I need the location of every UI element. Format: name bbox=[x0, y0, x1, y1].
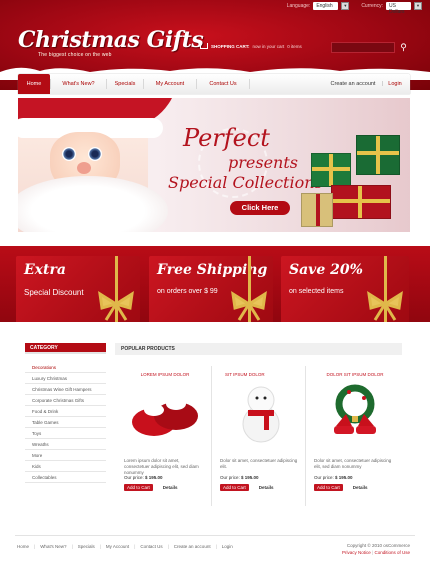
nav-login-label[interactable]: Login bbox=[388, 81, 401, 87]
footer-link-my-account[interactable]: My Account bbox=[106, 544, 129, 549]
footer-link-specials[interactable]: Specials bbox=[78, 544, 95, 549]
details-link[interactable]: Details bbox=[353, 485, 368, 490]
category-item[interactable]: More bbox=[25, 450, 106, 461]
category-heading: CATEGORY bbox=[25, 343, 106, 354]
santa-image bbox=[18, 98, 178, 232]
gift-boxes-image bbox=[301, 123, 410, 232]
product-description: Lorem ipsum dolor sit amet, consectetuer… bbox=[124, 458, 199, 475]
product-name[interactable]: LOREM IPSUM DOLOR bbox=[124, 372, 206, 380]
nav-create-account[interactable]: Create an account bbox=[326, 74, 380, 94]
nav-specials[interactable]: Specials bbox=[107, 74, 143, 94]
details-link[interactable]: Details bbox=[259, 485, 274, 490]
site-logo[interactable]: Christmas Gifts bbox=[18, 27, 204, 53]
promo-title: Extra bbox=[24, 262, 66, 278]
cart-label: SHOPPING CART: bbox=[211, 43, 250, 49]
product-description: Dolor sit amet, consectetuer adipiscing … bbox=[220, 458, 298, 469]
currency-label: Currency: bbox=[361, 3, 383, 9]
product-name[interactable]: DOLOR SIT IPSUM DOLOR bbox=[314, 372, 396, 380]
product-card: SIT IPSUM DOLOR Dolor sit amet, consecte… bbox=[220, 372, 302, 491]
category-item[interactable]: Luxury Christmas bbox=[25, 373, 106, 384]
banner-collection: Special Collections bbox=[168, 173, 323, 192]
add-to-cart-button[interactable]: Add to Cart bbox=[124, 484, 153, 491]
promo-free-shipping[interactable]: Free Shipping on orders over $ 99 bbox=[149, 256, 273, 324]
popular-products-heading: POPULAR PRODUCTS bbox=[115, 343, 402, 355]
promo-extra-discount[interactable]: Extra Special Discount bbox=[16, 256, 140, 324]
product-image-wreath[interactable] bbox=[314, 380, 396, 444]
language-select[interactable]: English bbox=[313, 2, 339, 10]
banner-click-button[interactable]: Click Here bbox=[230, 201, 290, 215]
nav-home[interactable]: Home bbox=[18, 74, 50, 94]
footer-link-whats-new[interactable]: What's New? bbox=[40, 544, 66, 549]
nav-contact-us[interactable]: Contact Us bbox=[197, 74, 249, 94]
bow-icon bbox=[367, 291, 403, 321]
category-item[interactable]: Decorations bbox=[25, 362, 106, 373]
price-label: Our price: bbox=[314, 475, 334, 480]
product-price: Our price: $ 195.00 bbox=[124, 475, 206, 480]
promo-subtitle: Special Discount bbox=[24, 288, 84, 297]
category-item[interactable]: Christmas Wine Gift Hampers bbox=[25, 384, 106, 395]
add-to-cart-button[interactable]: Add to Cart bbox=[314, 484, 343, 491]
privacy-notice-link[interactable]: Privacy Notice bbox=[342, 550, 371, 555]
category-item[interactable]: Toys bbox=[25, 428, 106, 439]
product-card: DOLOR SIT IPSUM DOLOR Dolor sit amet, co… bbox=[314, 372, 396, 491]
category-item[interactable]: Wreaths bbox=[25, 439, 106, 450]
copyright-text: Copyright © 2010 osCommerce bbox=[346, 543, 410, 548]
snow-ground-decoration bbox=[0, 322, 430, 334]
product-price: Our price: $ 195.00 bbox=[220, 475, 302, 480]
nav-login[interactable]: Login bbox=[385, 74, 405, 94]
banner-headline: Perfect bbox=[183, 124, 270, 152]
cart-count: 0 items bbox=[287, 43, 302, 49]
search-icon[interactable]: ⚲ bbox=[398, 42, 409, 53]
footer-divider bbox=[15, 535, 415, 536]
site-tagline: The biggest choice on the web bbox=[38, 52, 112, 58]
category-item[interactable]: Table Games bbox=[25, 417, 106, 428]
promo-title: Save 20% bbox=[289, 262, 363, 278]
main-nav: Home What's New? Specials My Account Con… bbox=[18, 74, 410, 94]
cart-icon bbox=[200, 43, 208, 49]
footer-link-login[interactable]: Login bbox=[222, 544, 233, 549]
top-bar: Language: English ▼ Currency: US Dollars… bbox=[286, 2, 422, 15]
category-sidebar: CATEGORY Decorations Luxury Christmas Ch… bbox=[25, 343, 106, 483]
cart-text: now in your cart bbox=[252, 43, 285, 49]
category-item[interactable]: Corporate Christmas Gifts bbox=[25, 395, 106, 406]
product-name[interactable]: SIT IPSUM DOLOR bbox=[220, 372, 302, 380]
search-input[interactable] bbox=[331, 42, 395, 53]
price-label: Our price: bbox=[124, 475, 144, 480]
price-value: $ 195.00 bbox=[335, 475, 353, 480]
bow-icon bbox=[231, 291, 267, 321]
promo-subtitle: on selected items bbox=[289, 288, 344, 295]
category-item[interactable]: Collectables bbox=[25, 472, 106, 483]
price-value: $ 195.00 bbox=[145, 475, 163, 480]
nav-whats-new[interactable]: What's New? bbox=[51, 74, 106, 94]
product-image-slippers[interactable] bbox=[124, 380, 206, 444]
footer-link-create-account[interactable]: Create an account bbox=[174, 544, 211, 549]
category-item[interactable]: Kids bbox=[25, 461, 106, 472]
bow-icon bbox=[98, 291, 134, 321]
shopping-cart[interactable]: SHOPPING CART: now in your cart 0 items bbox=[200, 43, 302, 49]
promo-subtitle: on orders over $ 99 bbox=[157, 288, 218, 295]
chevron-down-icon[interactable]: ▼ bbox=[414, 2, 422, 10]
banner-subheadline: presents bbox=[228, 153, 298, 172]
language-label: Language: bbox=[286, 3, 311, 9]
footer-nav: Home | What's New? | Specials | My Account |… bbox=[17, 544, 233, 549]
footer-link-contact-us[interactable]: Contact Us bbox=[140, 544, 162, 549]
currency-select[interactable]: US Dollars bbox=[386, 2, 411, 15]
nav-my-account[interactable]: My Account bbox=[144, 74, 196, 94]
conditions-of-use-link[interactable]: Conditions of Use bbox=[374, 550, 410, 555]
price-label: Our price: bbox=[220, 475, 240, 480]
product-card: LOREM IPSUM DOLOR Lorem ipsum dolor sit … bbox=[124, 372, 206, 491]
footer-link-home[interactable]: Home bbox=[17, 544, 29, 549]
add-to-cart-button[interactable]: Add to Cart bbox=[220, 484, 249, 491]
price-value: $ 195.00 bbox=[241, 475, 259, 480]
hero-banner[interactable]: Perfect presents Special Collections Cli… bbox=[18, 98, 410, 232]
product-price: Our price: $ 195.00 bbox=[314, 475, 396, 480]
chevron-down-icon[interactable]: ▼ bbox=[341, 2, 350, 10]
copyright-block: Copyright © 2010 osCommerce Privacy Noti… bbox=[342, 543, 410, 555]
category-item[interactable]: Food & Drink bbox=[25, 406, 106, 417]
details-link[interactable]: Details bbox=[163, 485, 178, 490]
promo-save-20[interactable]: Save 20% on selected items bbox=[281, 256, 409, 324]
product-image-snowman[interactable] bbox=[220, 380, 302, 444]
product-description: Dolor sit amet, consectetuer adipiscing … bbox=[314, 458, 392, 469]
